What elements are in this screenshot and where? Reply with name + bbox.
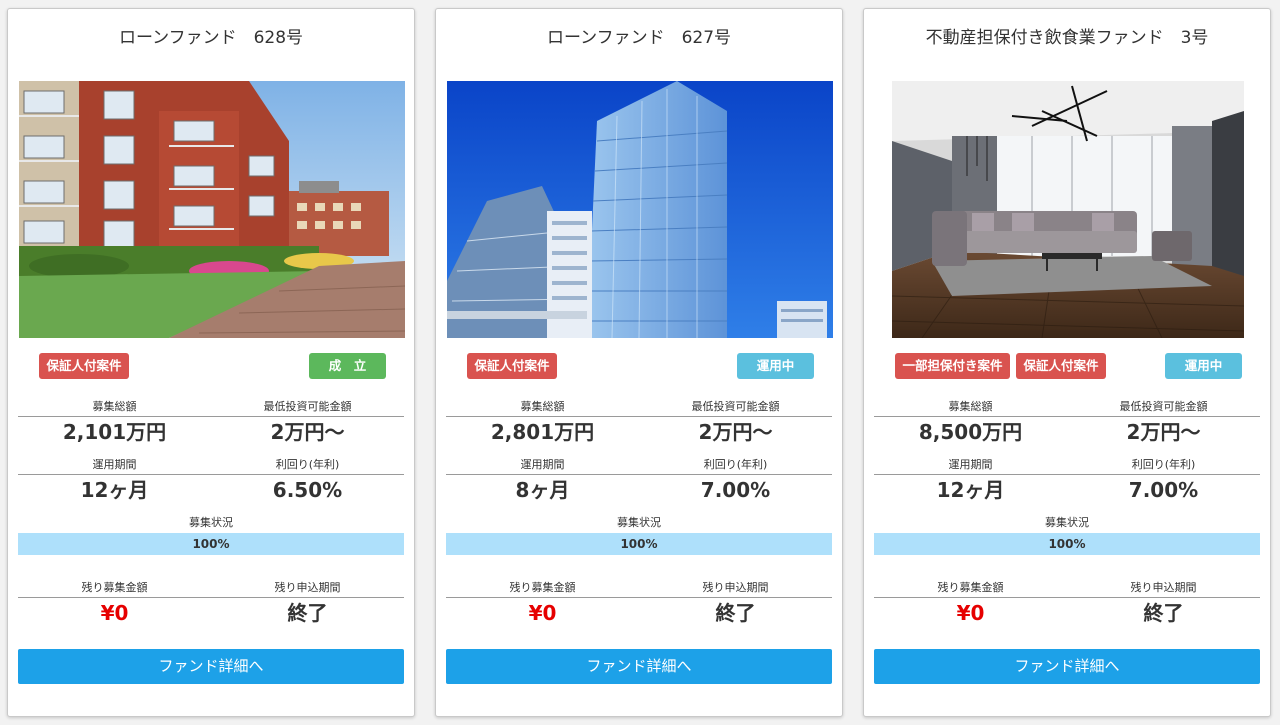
total-amount-value: 2,101万円: [62, 420, 167, 444]
total-amount-label: 募集総額: [948, 400, 993, 413]
remaining-amount-value: ¥0: [100, 601, 129, 625]
guarantor-badge: 保証人付案件: [39, 353, 129, 379]
period-value: 12ヶ月: [936, 478, 1005, 502]
stat-row-amount: 募集総額 8,500万円 最低投資可能金額 2万円〜: [874, 397, 1260, 455]
stat-row-amount: 募集総額 2,101万円 最低投資可能金額 2万円〜: [18, 397, 404, 455]
remaining-amount-value: ¥0: [528, 601, 557, 625]
yield-label: 利回り(年利): [1131, 458, 1196, 471]
progress-bar: 100%: [446, 533, 832, 555]
progress-label: 募集状況: [1045, 516, 1089, 529]
stat-row-term: 運用期間 12ヶ月 利回り(年利) 6.50%: [18, 455, 404, 513]
period-label: 運用期間: [520, 458, 565, 471]
yield-value: 6.50%: [272, 478, 343, 502]
total-amount-value: 2,801万円: [490, 420, 595, 444]
status-badge: 運用中: [1165, 353, 1242, 379]
fund-title[interactable]: 不動産担保付き飲食業ファンド 3号: [864, 23, 1270, 48]
min-investment-label: 最低投資可能金額: [263, 400, 352, 413]
fund-detail-button[interactable]: ファンド詳細へ: [874, 649, 1260, 684]
fund-detail-button[interactable]: ファンド詳細へ: [446, 649, 832, 684]
period-value: 12ヶ月: [80, 478, 149, 502]
remaining-period-label: 残り申込期間: [702, 581, 769, 594]
remaining-period-label: 残り申込期間: [1130, 581, 1197, 594]
status-badge: 成 立: [309, 353, 386, 379]
remaining-amount-value: ¥0: [956, 601, 985, 625]
fund-card: ローンファンド 627号 保証人付案件 運用中 募集総額 2,801万円 最低投…: [435, 8, 843, 717]
remaining-row: 残り募集金額 ¥0 残り申込期間 終了: [874, 578, 1260, 638]
partial-collateral-badge: 一部担保付き案件: [895, 353, 1010, 379]
period-value: 8ヶ月: [515, 478, 570, 502]
min-investment-label: 最低投資可能金額: [691, 400, 780, 413]
total-amount-label: 募集総額: [520, 400, 565, 413]
fund-photo-living-room[interactable]: [892, 81, 1244, 338]
progress-label: 募集状況: [617, 516, 661, 529]
fund-title[interactable]: ローンファンド 628号: [8, 23, 414, 48]
yield-label: 利回り(年利): [703, 458, 768, 471]
fund-photo-apartment[interactable]: [19, 81, 405, 338]
progress-bar: 100%: [874, 533, 1260, 555]
progress-percent: 100%: [192, 537, 230, 551]
period-label: 運用期間: [948, 458, 993, 471]
remaining-amount-label: 残り募集金額: [509, 581, 576, 594]
guarantor-badge: 保証人付案件: [1016, 353, 1106, 379]
min-investment-label: 最低投資可能金額: [1119, 400, 1208, 413]
total-amount-value: 8,500万円: [918, 420, 1023, 444]
fund-photo-office-towers[interactable]: [447, 81, 833, 338]
guarantor-badge: 保証人付案件: [467, 353, 557, 379]
stat-row-term: 運用期間 12ヶ月 利回り(年利) 7.00%: [874, 455, 1260, 513]
remaining-period-value: 終了: [287, 601, 328, 625]
period-label: 運用期間: [92, 458, 137, 471]
remaining-row: 残り募集金額 ¥0 残り申込期間 終了: [18, 578, 404, 638]
remaining-period-label: 残り申込期間: [274, 581, 341, 594]
fund-card: 不動産担保付き飲食業ファンド 3号 一部担保付き案件 保証人付案件 運用中 募集…: [863, 8, 1271, 717]
fund-detail-button[interactable]: ファンド詳細へ: [18, 649, 404, 684]
stat-row-term: 運用期間 8ヶ月 利回り(年利) 7.00%: [446, 455, 832, 513]
min-investment-value: 2万円〜: [1126, 420, 1201, 444]
yield-value: 7.00%: [700, 478, 771, 502]
remaining-period-value: 終了: [715, 601, 756, 625]
remaining-amount-label: 残り募集金額: [81, 581, 148, 594]
fund-title[interactable]: ローンファンド 627号: [436, 23, 842, 48]
remaining-amount-label: 残り募集金額: [937, 581, 1004, 594]
progress-percent: 100%: [1048, 537, 1086, 551]
min-investment-value: 2万円〜: [270, 420, 345, 444]
total-amount-label: 募集総額: [92, 400, 137, 413]
progress-label: 募集状況: [189, 516, 233, 529]
progress-bar: 100%: [18, 533, 404, 555]
remaining-period-value: 終了: [1143, 601, 1184, 625]
status-badge: 運用中: [737, 353, 814, 379]
fund-card: ローンファンド 628号 保証人付案件 成 立 募集総額 2,101万円 最低投…: [7, 8, 415, 717]
remaining-row: 残り募集金額 ¥0 残り申込期間 終了: [446, 578, 832, 638]
yield-label: 利回り(年利): [275, 458, 340, 471]
yield-value: 7.00%: [1128, 478, 1199, 502]
progress-percent: 100%: [620, 537, 658, 551]
stat-row-amount: 募集総額 2,801万円 最低投資可能金額 2万円〜: [446, 397, 832, 455]
min-investment-value: 2万円〜: [698, 420, 773, 444]
